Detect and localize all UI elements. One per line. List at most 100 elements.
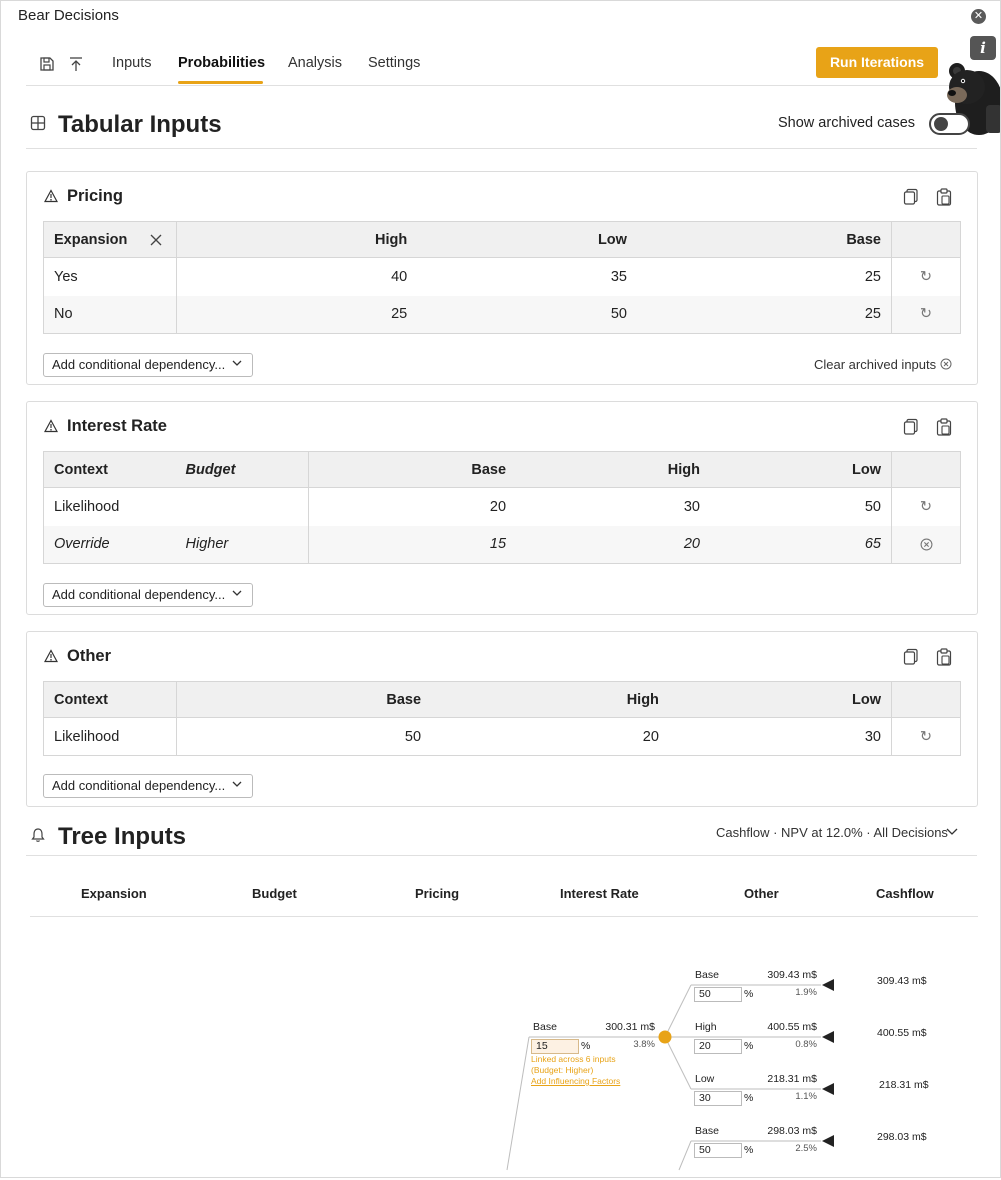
cashflow-value: 309.43 m$: [877, 975, 927, 987]
probability-cell[interactable]: 40: [177, 258, 418, 296]
probability-input[interactable]: 30: [694, 1091, 742, 1106]
pricing-table: Expansion High Low Base Yes 40 35 25 ↻ N…: [43, 221, 961, 334]
table-header-row: Expansion High Low Base: [43, 221, 961, 258]
probability-cell[interactable]: 15: [308, 525, 517, 564]
probability-cell[interactable]: 30: [516, 488, 710, 526]
cashflow-value: 298.03 m$: [877, 1131, 927, 1143]
probability-input[interactable]: 50: [694, 987, 742, 1002]
tabular-inputs-title: Tabular Inputs: [58, 111, 222, 138]
probability-input[interactable]: 15: [531, 1039, 579, 1054]
column-header-actions: [891, 451, 961, 488]
tree-column-interest-rate: Interest Rate: [560, 886, 639, 901]
chevron-down-icon: [232, 360, 242, 366]
warning-icon: [44, 419, 58, 433]
branch-label: Base: [695, 969, 719, 981]
remove-override-icon[interactable]: [891, 525, 961, 564]
clear-archived-inputs-link[interactable]: Clear archived inputs: [814, 357, 936, 372]
table-header-row: Context Base High Low: [43, 681, 961, 718]
terminal-node[interactable]: [822, 979, 834, 991]
column-header-high: High: [431, 681, 669, 718]
tree-inputs-title: Tree Inputs: [58, 823, 187, 850]
row-sub-label: [175, 487, 309, 526]
add-influencing-factors-link[interactable]: Add Influencing Factors: [531, 1076, 620, 1086]
table-row: Likelihood 20 30 50 ↻: [44, 487, 961, 526]
probability-cell[interactable]: 20: [431, 718, 669, 756]
grid-icon: [30, 115, 46, 131]
tab-settings[interactable]: Settings: [368, 55, 420, 71]
branch-percentage: 1.9%: [795, 987, 817, 998]
copy-icon[interactable]: [903, 418, 919, 436]
dropdown-label: Add conditional dependency...: [52, 778, 226, 793]
row-sub-label: Higher: [175, 525, 309, 564]
terminal-node[interactable]: [822, 1135, 834, 1147]
other-title: Other: [67, 647, 112, 665]
chevron-down-icon[interactable]: [946, 827, 958, 837]
probability-cell[interactable]: 30: [669, 718, 892, 756]
close-icon[interactable]: ✕: [971, 9, 986, 24]
warning-icon: [44, 649, 58, 663]
add-conditional-dependency-dropdown[interactable]: Add conditional dependency...: [43, 583, 253, 607]
probability-cell[interactable]: 25: [176, 295, 418, 334]
clear-icon[interactable]: [940, 358, 952, 370]
branch-value: 309.43 m$: [767, 969, 817, 981]
tree-column-cashflow: Cashflow: [876, 886, 934, 901]
tree-column-budget: Budget: [252, 886, 297, 901]
row-label: Yes: [43, 257, 177, 296]
show-archived-toggle[interactable]: [929, 113, 970, 135]
run-iterations-button[interactable]: Run Iterations: [816, 47, 938, 78]
warning-icon: [44, 189, 58, 203]
percent-sign: %: [744, 1040, 754, 1052]
tab-inputs[interactable]: Inputs: [112, 55, 152, 71]
tab-probabilities[interactable]: Probabilities: [178, 55, 265, 71]
probability-input[interactable]: 20: [694, 1039, 742, 1054]
column-header-base: Base: [308, 451, 517, 488]
tab-analysis[interactable]: Analysis: [288, 55, 342, 71]
reset-icon[interactable]: ↻: [891, 717, 961, 756]
probability-cell[interactable]: 65: [710, 525, 892, 564]
info-icon[interactable]: i: [970, 36, 996, 60]
add-conditional-dependency-dropdown[interactable]: Add conditional dependency...: [43, 353, 253, 377]
probability-cell[interactable]: 35: [417, 258, 637, 296]
paste-icon[interactable]: [936, 648, 952, 666]
upload-icon[interactable]: [67, 55, 85, 73]
linked-note: Linked across 6 inputs: [531, 1054, 616, 1064]
tree-view-selector[interactable]: Cashflow · NPV at 12.0% · All Decisions: [716, 825, 948, 840]
probability-cell[interactable]: 25: [636, 295, 892, 334]
copy-icon[interactable]: [903, 188, 919, 206]
linked-note: (Budget: Higher): [531, 1065, 594, 1075]
branch-label: Low: [695, 1073, 715, 1085]
column-header-label: Expansion: [54, 231, 128, 248]
main-toolbar: Inputs Probabilities Analysis Settings R…: [26, 43, 977, 86]
tree-inputs-header: Tree Inputs Cashflow · NPV at 12.0% · Al…: [26, 813, 977, 856]
remove-dimension-icon[interactable]: [150, 234, 162, 246]
table-row: Override Higher 15 20 65: [43, 525, 961, 564]
probability-cell[interactable]: 50: [710, 488, 892, 526]
paste-icon[interactable]: [936, 188, 952, 206]
add-conditional-dependency-dropdown[interactable]: Add conditional dependency...: [43, 774, 253, 798]
probability-cell[interactable]: 20: [516, 525, 710, 564]
terminal-node[interactable]: [822, 1083, 834, 1095]
terminal-node[interactable]: [822, 1031, 834, 1043]
chance-node[interactable]: [658, 1030, 672, 1044]
column-header-actions: [891, 221, 961, 258]
paste-icon[interactable]: [936, 418, 952, 436]
table-row: No 25 50 25 ↻: [43, 295, 961, 334]
probability-input[interactable]: 50: [694, 1143, 742, 1158]
probability-cell[interactable]: 25: [637, 258, 892, 296]
chevron-down-icon: [232, 590, 242, 596]
probability-cell[interactable]: 50: [417, 295, 637, 334]
clear-icon: [920, 538, 932, 551]
percent-sign: %: [581, 1040, 591, 1052]
column-header-base: Base: [176, 681, 432, 718]
pricing-title: Pricing: [67, 187, 123, 205]
reset-icon[interactable]: ↻: [891, 295, 961, 334]
row-label: No: [43, 295, 177, 334]
tree-column-other: Other: [744, 886, 779, 901]
cashflow-value: 400.55 m$: [877, 1027, 927, 1039]
reset-icon[interactable]: ↻: [891, 487, 961, 526]
probability-cell[interactable]: 50: [177, 718, 432, 756]
copy-icon[interactable]: [903, 648, 919, 666]
reset-icon[interactable]: ↻: [891, 257, 961, 296]
probability-cell[interactable]: 20: [309, 488, 517, 526]
save-icon[interactable]: [38, 55, 56, 73]
